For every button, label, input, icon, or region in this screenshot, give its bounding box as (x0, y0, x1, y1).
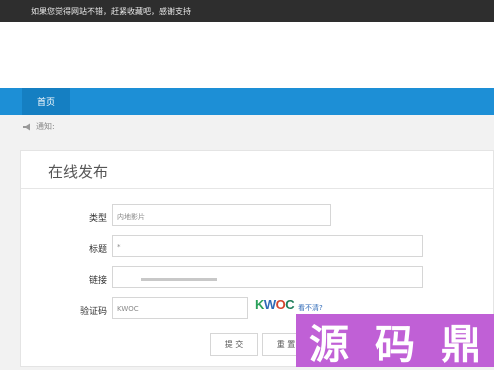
watermark-char: 鼎 (441, 321, 481, 368)
captcha-input[interactable]: KWOC (112, 297, 248, 319)
top-bar: 如果您觉得网站不错，赶紧收藏吧，感谢支持 (0, 0, 494, 22)
link-label: 链接 (88, 276, 107, 286)
megaphone-icon (23, 123, 30, 130)
nav-item-home[interactable]: 首页 (22, 88, 70, 115)
divider (21, 188, 493, 189)
form-title: 在线发布 (48, 163, 109, 181)
main-nav: 首页 (0, 88, 494, 115)
header-area (0, 22, 494, 88)
watermark-logo: 源 码 鼎 (296, 314, 494, 368)
submit-button[interactable]: 提 交 (210, 333, 258, 356)
notice-bar: 通知: (22, 121, 55, 132)
captcha-char: W (263, 297, 276, 312)
captcha-char: K (255, 297, 264, 312)
link-input-value-redacted (141, 278, 217, 281)
watermark-char: 源 (309, 321, 349, 368)
notice-label: 通知: (36, 122, 55, 131)
captcha-image[interactable]: KWOC (255, 297, 295, 312)
captcha-char: C (285, 297, 295, 312)
title-input[interactable]: * (112, 235, 423, 257)
link-input[interactable] (112, 266, 423, 288)
captcha-label: 验证码 (79, 307, 107, 317)
top-bar-message: 如果您觉得网站不错，赶紧收藏吧，感谢支持 (31, 7, 191, 16)
type-field[interactable]: 内地影片 (112, 204, 331, 226)
watermark-char: 码 (375, 321, 415, 368)
title-label: 标题 (88, 245, 107, 255)
captcha-char: O (275, 297, 286, 312)
type-label: 类型 (88, 214, 107, 224)
